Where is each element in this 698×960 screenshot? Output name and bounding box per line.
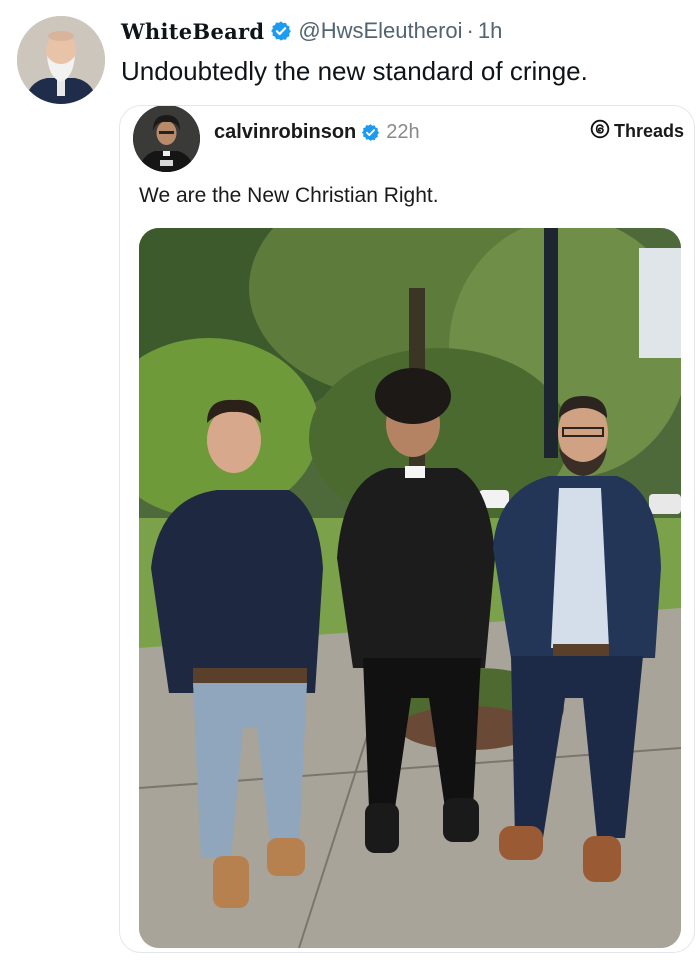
post-photo[interactable] (139, 228, 681, 948)
tweet-timestamp[interactable]: 1h (478, 18, 502, 44)
quoted-post-text: We are the New Christian Right. (139, 184, 439, 207)
author-handle[interactable]: @HwsEleutheroi (298, 18, 462, 44)
quoted-post-timestamp[interactable]: 22h (386, 121, 419, 144)
quoted-post-header: calvinrobinson 22h (214, 118, 420, 146)
meta-separator: · (466, 18, 474, 43)
verified-badge-icon (361, 123, 380, 142)
tweet-header: WhiteBeard @HwsEleutheroi · 1h (121, 16, 502, 46)
threads-logo-icon (590, 119, 610, 144)
threads-link[interactable]: Threads (590, 119, 684, 144)
author-avatar[interactable] (17, 16, 105, 104)
verified-badge-icon (270, 20, 292, 42)
tweet-text: Undoubtedly the new standard of cringe. (121, 56, 588, 86)
quoted-username[interactable]: calvinrobinson (214, 121, 356, 144)
quoted-author-avatar[interactable] (133, 106, 200, 172)
quoted-post-card[interactable]: calvinrobinson 22h Threads We are the Ne… (119, 105, 695, 953)
threads-label: Threads (613, 121, 684, 141)
display-name[interactable]: WhiteBeard (121, 19, 264, 44)
